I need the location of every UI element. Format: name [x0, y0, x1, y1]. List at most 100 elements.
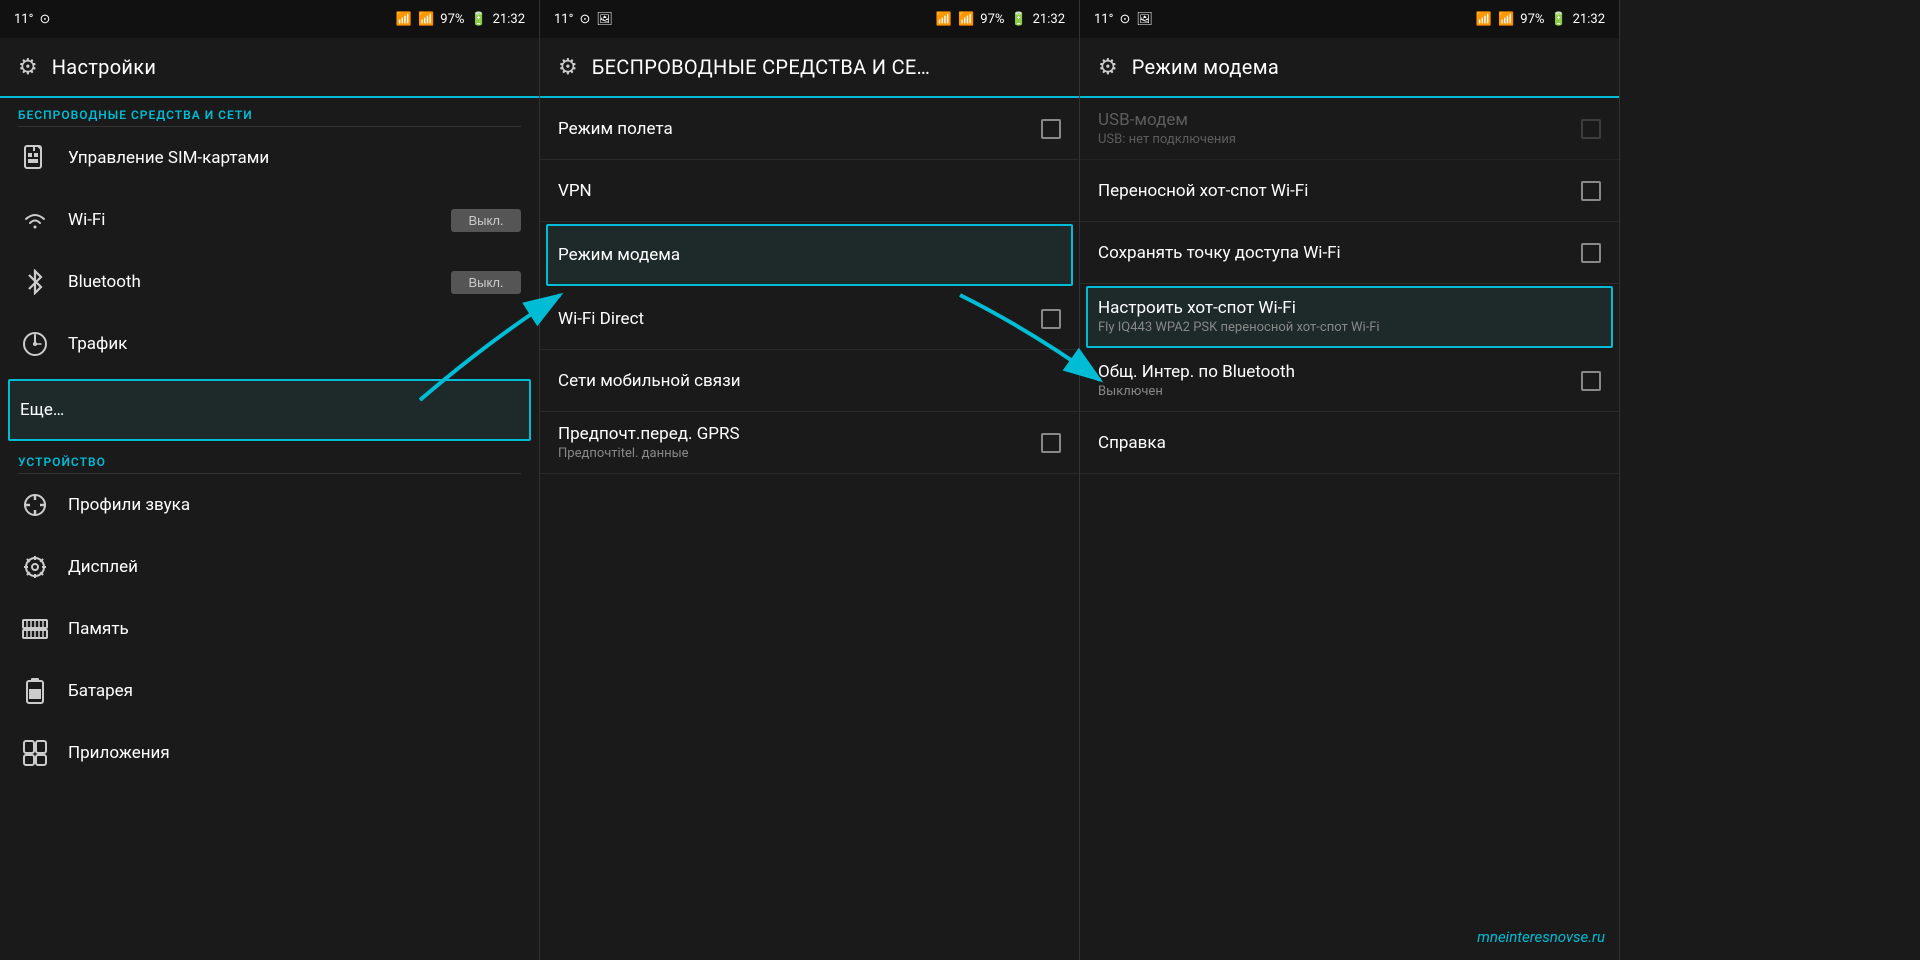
menu-item-bluetooth[interactable]: Bluetooth Выкл. — [0, 251, 539, 313]
menu-item-battery[interactable]: Батарея — [0, 660, 539, 722]
menu-item-airplane[interactable]: Режим полета — [540, 98, 1079, 160]
menu-item-more[interactable]: Еще… — [8, 379, 531, 441]
menu-item-display[interactable]: Дисплей — [0, 536, 539, 598]
vpn-title: VPN — [558, 181, 1061, 201]
display-title: Дисплей — [68, 557, 521, 577]
clock-icon-3: ⊙ — [1119, 12, 1130, 27]
usb-subtitle: USB: нет подключения — [1098, 132, 1565, 147]
modem-title: Режим модема — [558, 245, 1061, 265]
traffic-icon — [18, 327, 52, 361]
battery-item-icon — [18, 674, 52, 708]
bluetooth-toggle[interactable]: Выкл. — [451, 271, 521, 294]
wifidirect-checkbox[interactable] — [1041, 309, 1061, 329]
header-modem: ⚙ Режим модема — [1080, 38, 1619, 98]
signal-icon-1: 📶 — [396, 12, 412, 27]
sim-title: Управление SIM-картами — [68, 148, 521, 168]
config-hotspot-subtitle: Fly IQ443 WPA2 PSK переносной хот-спот W… — [1098, 320, 1601, 335]
memory-icon — [18, 612, 52, 646]
usb-checkbox[interactable] — [1581, 119, 1601, 139]
menu-item-save-hotspot[interactable]: Сохранять точку доступа Wi-Fi — [1080, 222, 1619, 284]
time-1: 21:32 — [493, 12, 525, 27]
usb-content: USB-модем USB: нет подключения — [1098, 110, 1565, 147]
hotspot-wifi-checkbox[interactable] — [1581, 181, 1601, 201]
header-wireless: ⚙ БЕСПРОВОДНЫЕ СРЕДСТВА И СЕ… — [540, 38, 1079, 98]
menu-item-usb[interactable]: USB-модем USB: нет подключения — [1080, 98, 1619, 160]
display-content: Дисплей — [68, 557, 521, 577]
menu-item-mobile[interactable]: Сети мобильной связи — [540, 350, 1079, 412]
clock-icon-1: ⊙ — [39, 12, 50, 27]
status-left-3: 11° ⊙ 🖼 — [1094, 12, 1153, 27]
section-wireless-label: БЕСПРОВОДНЫЕ СРЕДСТВА И СЕТИ — [0, 98, 539, 126]
battery-content: Батарея — [68, 681, 521, 701]
apps-content: Приложения — [68, 743, 521, 763]
watermark: mneinteresnovse.ru — [1477, 928, 1605, 946]
traffic-content: Трафик — [68, 334, 521, 354]
header-settings: ⚙ Настройки — [0, 38, 539, 98]
status-right-1: 📶 📶 97% 🔋 21:32 — [396, 12, 525, 27]
airplane-title: Режим полета — [558, 119, 1025, 139]
menu-item-help[interactable]: Справка — [1080, 412, 1619, 474]
hotspot-wifi-title: Переносной хот-спот Wi-Fi — [1098, 181, 1565, 201]
more-title: Еще… — [20, 400, 519, 420]
sim-icon — [18, 141, 52, 175]
menu-item-apps[interactable]: Приложения — [0, 722, 539, 784]
bt-share-content: Общ. Интер. по Bluetooth Выключен — [1098, 362, 1565, 399]
wifi-toggle[interactable]: Выкл. — [451, 209, 521, 232]
gprs-checkbox[interactable] — [1041, 433, 1061, 453]
modem-content: Режим модема — [558, 245, 1061, 265]
save-hotspot-content: Сохранять точку доступа Wi-Fi — [1098, 243, 1565, 263]
wifi-title: Wi-Fi — [68, 210, 435, 230]
menu-item-traffic[interactable]: Трафик — [0, 313, 539, 375]
menu-item-memory[interactable]: Память — [0, 598, 539, 660]
status-left-1: 11° ⊙ — [14, 12, 50, 27]
battery-icon-1: 🔋 — [470, 12, 486, 27]
sound-content: Профили звука — [68, 495, 521, 515]
save-hotspot-checkbox[interactable] — [1581, 243, 1601, 263]
menu-item-wifi[interactable]: Wi-Fi Выкл. — [0, 189, 539, 251]
hotspot-wifi-content: Переносной хот-спот Wi-Fi — [1098, 181, 1565, 201]
panel-modem: 11° ⊙ 🖼 📶 📶 97% 🔋 21:32 ⚙ Режим модема U… — [1080, 0, 1620, 960]
header-title-wireless: БЕСПРОВОДНЫЕ СРЕДСТВА И СЕ… — [592, 55, 931, 79]
header-title-settings: Настройки — [52, 55, 156, 79]
bluetooth-content: Bluetooth — [68, 272, 435, 292]
apps-title: Приложения — [68, 743, 521, 763]
menu-item-bt-share[interactable]: Общ. Интер. по Bluetooth Выключен — [1080, 350, 1619, 412]
menu-item-gprs[interactable]: Предпочт.перед. GPRS Предпочтitel. данны… — [540, 412, 1079, 474]
wifidirect-content: Wi-Fi Direct — [558, 309, 1025, 329]
menu-item-sim[interactable]: Управление SIM-картами — [0, 127, 539, 189]
time-2: 21:32 — [1033, 12, 1065, 27]
signal-icon-2: 📶 — [418, 12, 434, 27]
menu-item-modem[interactable]: Режим модема — [546, 224, 1073, 286]
bt-share-checkbox[interactable] — [1581, 371, 1601, 391]
help-title: Справка — [1098, 433, 1601, 453]
menu-item-hotspot-wifi[interactable]: Переносной хот-спот Wi-Fi — [1080, 160, 1619, 222]
menu-item-config-hotspot[interactable]: Настроить хот-спот Wi-Fi Fly IQ443 WPA2 … — [1086, 286, 1613, 348]
temperature-3: 11° — [1094, 12, 1113, 27]
status-right-2: 📶 📶 97% 🔋 21:32 — [936, 12, 1065, 27]
header-title-modem: Режим модема — [1132, 55, 1279, 79]
vpn-content: VPN — [558, 181, 1061, 201]
gear-icon-2: ⚙ — [558, 55, 578, 80]
menu-item-wifidirect[interactable]: Wi-Fi Direct — [540, 288, 1079, 350]
wifi-icon — [18, 203, 52, 237]
clock-icon-2: ⊙ — [579, 12, 590, 27]
menu-item-sound[interactable]: Профили звука — [0, 474, 539, 536]
airplane-checkbox[interactable] — [1041, 119, 1061, 139]
display-icon — [18, 550, 52, 584]
mobile-title: Сети мобильной связи — [558, 371, 1061, 391]
airplane-content: Режим полета — [558, 119, 1025, 139]
config-hotspot-title: Настроить хот-спот Wi-Fi — [1098, 298, 1601, 318]
mobile-content: Сети мобильной связи — [558, 371, 1061, 391]
signal-icon-5: 📶 — [1476, 12, 1492, 27]
status-left-2: 11° ⊙ 🖼 — [554, 12, 613, 27]
signal-icon-4: 📶 — [958, 12, 974, 27]
bt-share-title: Общ. Интер. по Bluetooth — [1098, 362, 1565, 382]
menu-item-vpn[interactable]: VPN — [540, 160, 1079, 222]
panel-wireless: 11° ⊙ 🖼 📶 📶 97% 🔋 21:32 ⚙ БЕСПРОВОДНЫЕ С… — [540, 0, 1080, 960]
usb-title: USB-модем — [1098, 110, 1565, 130]
gear-icon: ⚙ — [18, 55, 38, 80]
battery-icon-3: 🔋 — [1550, 12, 1566, 27]
status-bar-1: 11° ⊙ 📶 📶 97% 🔋 21:32 — [0, 0, 539, 38]
apps-icon — [18, 736, 52, 770]
battery-icon-2: 🔋 — [1010, 12, 1026, 27]
